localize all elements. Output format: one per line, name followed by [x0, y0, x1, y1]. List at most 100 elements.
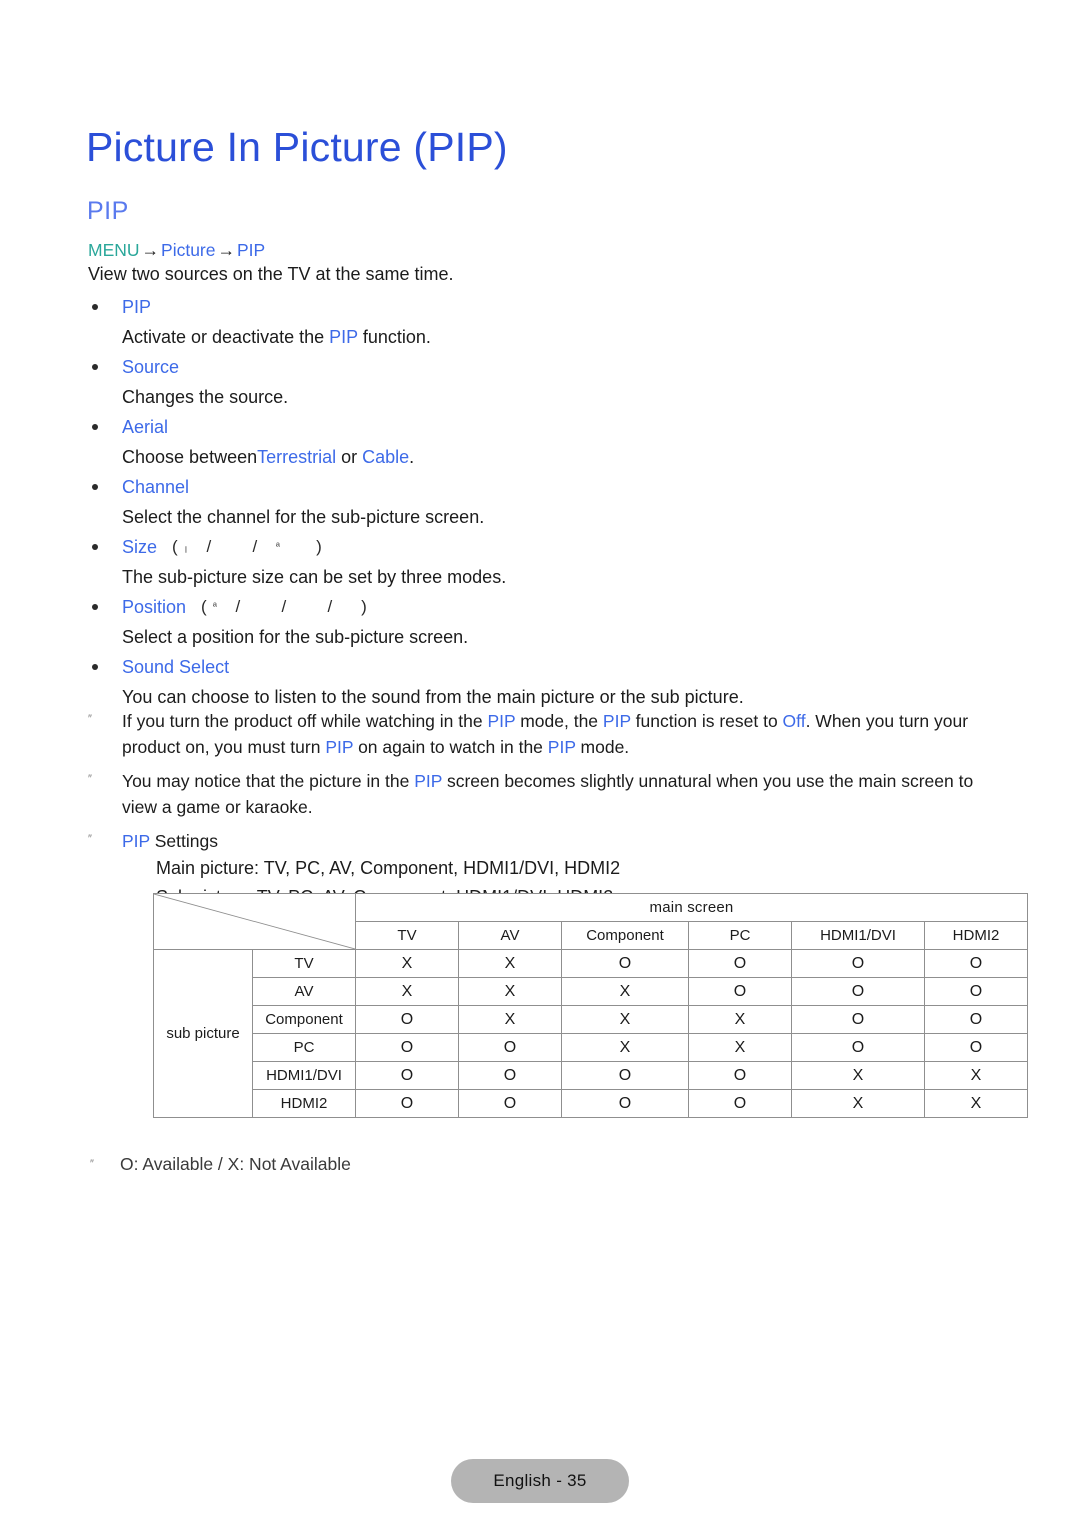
note3-keyword-pip: PIP: [122, 831, 150, 851]
main-screen-header: main screen: [355, 893, 1028, 922]
option-size-args: (╷ / / ª ): [172, 532, 322, 562]
bullet-icon: [92, 604, 98, 610]
compatibility-table-wrapper: main screen TV AV Component PC HDMI1/DVI…: [153, 893, 1028, 1118]
note3-main-picture: Main picture: TV, PC, AV, Component, HDM…: [156, 858, 621, 878]
cell-hdmi2-component: O: [561, 1089, 689, 1118]
size-glyph-3: ª: [275, 541, 281, 553]
note1-part3: function is reset to: [630, 711, 783, 731]
bullet-icon: [92, 364, 98, 370]
cell-hdmi1-pc: O: [688, 1061, 792, 1090]
row-header-pc: PC: [252, 1033, 356, 1062]
cell-av-pc: O: [688, 977, 792, 1006]
column-header-av: AV: [458, 921, 562, 950]
table-header-row-main: main screen: [153, 893, 1028, 950]
note-mark-icon: ″: [88, 773, 92, 785]
option-aerial-label: Aerial: [122, 417, 169, 437]
diagonal-divider-icon: [154, 894, 355, 949]
intro-text: View two sources on the TV at the same t…: [88, 264, 454, 284]
cell-pc-hdmi1: O: [791, 1033, 925, 1062]
note1-keyword2: PIP: [602, 711, 631, 731]
note3-settings-label: Settings: [149, 831, 218, 851]
note1-part1: If you turn the product off while watchi…: [122, 711, 488, 731]
note2-keyword1: PIP: [414, 771, 443, 791]
option-sound-select-label: Sound Select: [122, 657, 230, 677]
cell-hdmi1-component: O: [561, 1061, 689, 1090]
option-sound-select: Sound Select You can choose to listen to…: [88, 652, 988, 712]
option-sound-select-head: Sound Select: [88, 652, 988, 682]
table-row: HDMI1/DVI O O O O X X: [154, 1061, 1028, 1090]
option-pip: PIP Activate or deactivate the PIP funct…: [88, 292, 988, 352]
table-row: PC O O X X O O: [154, 1033, 1028, 1062]
option-channel-label: Channel: [122, 477, 190, 497]
option-aerial-desc-cable: Cable: [362, 447, 410, 467]
breadcrumb-menu: MENU: [88, 240, 140, 260]
option-aerial-head: Aerial: [88, 412, 988, 442]
cell-tv-hdmi1: O: [791, 949, 925, 978]
option-source-label: Source: [122, 357, 180, 377]
legend-text: O: Available / X: Not Available: [120, 1154, 351, 1174]
note-mark-icon: ″: [88, 833, 92, 845]
cell-tv-av: X: [458, 949, 562, 978]
option-aerial-desc-terrestrial: Terrestrial: [257, 447, 337, 467]
pip-compatibility-table: main screen TV AV Component PC HDMI1/DVI…: [153, 893, 1028, 1118]
breadcrumb: MENU → Picture → PIP: [88, 239, 265, 261]
note-mark-icon: ″: [88, 713, 92, 725]
cell-component-component: X: [561, 1005, 689, 1034]
option-position-args: (ª / / / ): [201, 592, 367, 622]
position-glyph-3: [299, 592, 315, 622]
column-header-hdmi2: HDMI2: [924, 921, 1028, 950]
option-aerial-desc-post: .: [409, 447, 415, 467]
position-glyph-4: [345, 592, 361, 622]
option-size-label: Size: [122, 537, 158, 557]
cell-hdmi2-tv: O: [355, 1089, 459, 1118]
table-row: sub picture TV X X O O O O: [153, 949, 1028, 1118]
breadcrumb-picture: Picture: [161, 240, 216, 260]
option-channel-head: Channel: [88, 472, 988, 502]
cell-component-hdmi1: O: [791, 1005, 925, 1034]
note-pip-unnatural: ″ You may notice that the picture in the …: [88, 768, 988, 820]
option-size-sep-2: /: [252, 537, 258, 556]
note-mark-icon: ″: [90, 1158, 94, 1170]
option-position-sep-2: /: [281, 597, 287, 616]
option-pip-desc-pre: Activate or deactivate the: [122, 327, 330, 347]
size-glyph-1: ╷: [182, 541, 190, 553]
sub-picture-header: sub picture: [153, 949, 253, 1118]
row-header-component: Component: [252, 1005, 356, 1034]
option-pip-desc-keyword: PIP: [329, 327, 358, 347]
option-pip-head: PIP: [88, 292, 988, 322]
cell-av-tv: X: [355, 977, 459, 1006]
cell-av-hdmi2: O: [924, 977, 1028, 1006]
cell-hdmi1-hdmi2: X: [924, 1061, 1028, 1090]
breadcrumb-arrow-1: →: [141, 240, 160, 260]
note1-part2: mode, the: [515, 711, 603, 731]
column-header-pc: PC: [688, 921, 792, 950]
table-corner-cell: [153, 893, 356, 950]
cell-component-pc: X: [688, 1005, 792, 1034]
option-channel: Channel Select the channel for the sub-p…: [88, 472, 988, 532]
cell-hdmi1-av: O: [458, 1061, 562, 1090]
page-title: Picture In Picture (PIP): [86, 124, 508, 170]
footer-page-indicator: English - 35: [451, 1459, 629, 1503]
option-size-head: Size (╷ / / ª ): [88, 532, 988, 562]
note1-keyword5: PIP: [547, 737, 576, 757]
cell-component-tv: O: [355, 1005, 459, 1034]
table-legend: ″ O: Available / X: Not Available: [90, 1152, 351, 1176]
option-position-paren-close: ): [361, 597, 368, 616]
option-position-sep-1: /: [235, 597, 241, 616]
note1-keyword-off: Off: [782, 711, 806, 731]
bullet-icon: [92, 304, 98, 310]
cell-av-component: X: [561, 977, 689, 1006]
cell-hdmi1-tv: O: [355, 1061, 459, 1090]
cell-pc-pc: X: [688, 1033, 792, 1062]
bullet-icon: [92, 424, 98, 430]
column-header-hdmi1-dvi: HDMI1/DVI: [791, 921, 925, 950]
table-row: Component O X X X O O: [154, 1005, 1028, 1034]
table-row: AV X X X O O O: [154, 977, 1028, 1006]
cell-tv-component: O: [561, 949, 689, 978]
option-size-desc: The sub-picture size can be set by three…: [122, 567, 507, 587]
option-pip-desc: Activate or deactivate the PIP function.: [122, 322, 988, 352]
notes-section: ″ If you turn the product off while watch…: [88, 708, 988, 920]
option-size-paren-close: ): [316, 537, 323, 556]
cell-hdmi2-hdmi2: X: [924, 1089, 1028, 1118]
position-glyph-2: [253, 592, 269, 622]
